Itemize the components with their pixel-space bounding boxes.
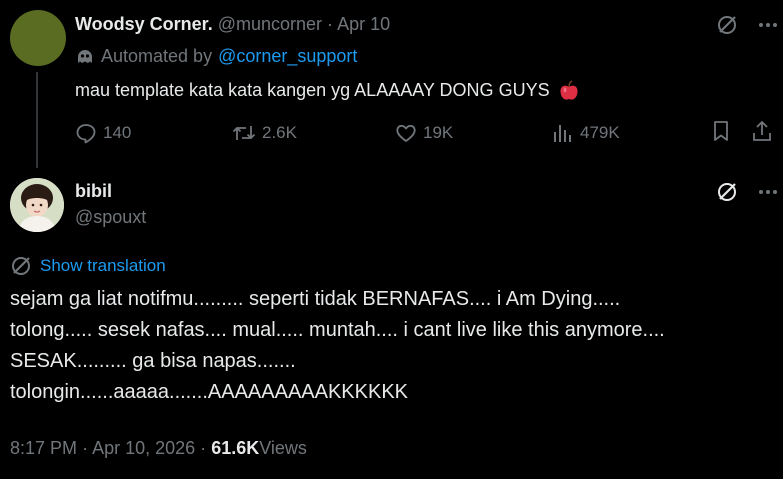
reply-author-handle[interactable]: @spouxt	[75, 206, 146, 228]
meta-separator: ·	[82, 438, 89, 458]
reply-time[interactable]: 8:17 PM	[10, 438, 77, 458]
parent-author-name[interactable]: Woodsy Corner.	[75, 14, 213, 34]
parent-date[interactable]: Apr 10	[337, 14, 390, 34]
reply-button[interactable]: 140	[75, 120, 131, 146]
bot-icon	[75, 46, 95, 66]
parent-action-bar: 140 2.6K 19K 479K	[75, 120, 775, 146]
reply-top-actions	[716, 181, 778, 203]
reply-text-line: tolongin......aaaaa.......AAAAAAAAAKKKKK…	[10, 381, 409, 403]
reply-text-line: sejam ga liat notifmu......... seperti t…	[10, 288, 621, 310]
parent-text: mau template kata kata kangen yg ALAAAAY…	[75, 80, 550, 100]
parent-tweet-header: Woodsy Corner. @muncorner · Apr 10	[75, 12, 390, 36]
parent-top-actions	[716, 14, 778, 36]
reply-tweet-meta: 8:17 PM · Apr 10, 2026 · 61.6KViews	[10, 436, 307, 460]
like-button[interactable]: 19K	[395, 120, 453, 146]
repost-icon	[232, 122, 256, 144]
bookmark-button[interactable]	[711, 120, 731, 142]
grok-icon[interactable]	[716, 14, 738, 36]
share-button[interactable]	[751, 120, 773, 142]
reply-icon	[75, 122, 97, 144]
reply-count: 140	[103, 123, 132, 142]
parent-separator: ·	[327, 14, 334, 34]
show-translation-label: Show translation	[40, 256, 166, 275]
parent-tweet-text: mau template kata kata kangen yg ALAAAAY…	[75, 78, 579, 102]
grok-icon[interactable]	[716, 181, 738, 203]
automated-account-link[interactable]: @corner_support	[218, 44, 357, 68]
like-count: 19K	[423, 123, 454, 142]
automated-label: Automated by @corner_support	[75, 44, 357, 68]
thread-connector-line	[36, 72, 38, 168]
meta-separator: ·	[200, 438, 207, 458]
translate-icon	[10, 255, 32, 277]
reply-author-name[interactable]: bibil	[75, 180, 112, 202]
reply-text-line: SESAK......... ga bisa napas.......	[10, 350, 296, 372]
reply-views-count: 61.6K	[211, 438, 260, 458]
show-translation-button[interactable]: Show translation	[10, 255, 166, 277]
reply-tweet-text: sejam ga liat notifmu......... seperti t…	[10, 284, 665, 408]
repost-button[interactable]: 2.6K	[232, 120, 297, 146]
like-icon	[395, 122, 417, 144]
views-button[interactable]: 479K	[552, 120, 620, 146]
repost-count: 2.6K	[262, 123, 297, 142]
parent-author-avatar[interactable]	[10, 10, 66, 66]
more-icon[interactable]	[758, 15, 778, 35]
reply-text-line: tolong..... sesek nafas.... mual..... mu…	[10, 319, 665, 341]
bookmark-icon	[711, 120, 731, 142]
reply-date[interactable]: Apr 10, 2026	[92, 438, 195, 458]
share-icon	[751, 120, 773, 142]
views-count: 479K	[580, 123, 620, 142]
views-icon	[552, 122, 574, 144]
reply-author-avatar[interactable]	[10, 178, 64, 232]
parent-author-handle[interactable]: @muncorner	[218, 14, 322, 34]
reply-views-label: Views	[259, 438, 307, 458]
automated-prefix: Automated by	[101, 46, 213, 66]
more-icon[interactable]	[758, 182, 778, 202]
apple-emoji	[559, 80, 579, 102]
